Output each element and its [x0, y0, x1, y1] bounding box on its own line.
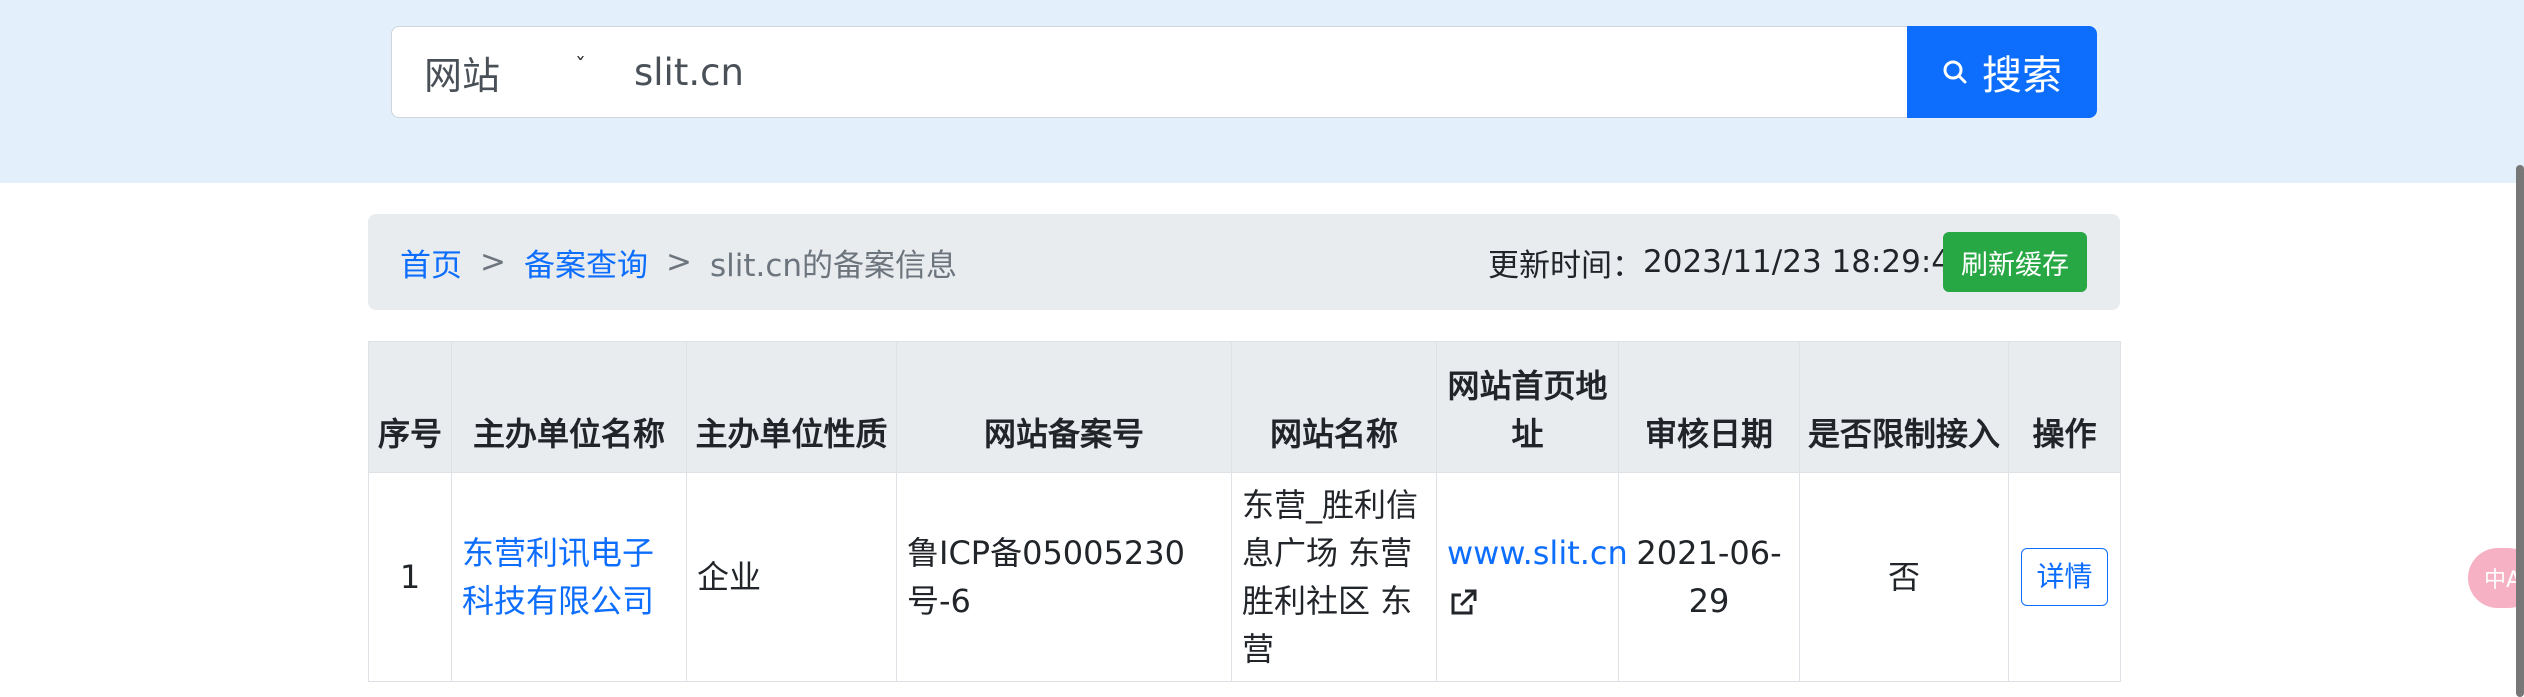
header-restricted: 是否限制接入 — [1799, 341, 2009, 473]
breadcrumb: 首页 > 备案查询 > slit.cn的备案信息 更新时间： 2023/11/2… — [368, 214, 2120, 310]
update-label: 更新时间： — [1488, 247, 1643, 284]
breadcrumb-separator: > — [665, 244, 692, 280]
header-homepage: 网站首页地址 — [1436, 341, 1619, 473]
org-name-link[interactable]: 东营利讯电子科技有限公司 — [462, 534, 654, 620]
cell-site-name: 东营_胜利信息广场 东营胜利社区 东营 — [1231, 472, 1437, 682]
header-org-name: 主办单位名称 — [451, 341, 687, 473]
search-icon — [1943, 60, 1967, 84]
cell-org-name: 东营利讯电子科技有限公司 — [451, 472, 687, 682]
update-time: 2023/11/23 18:29:47 — [1643, 244, 1971, 280]
header-action: 操作 — [2008, 341, 2121, 473]
breadcrumb-separator: > — [480, 244, 506, 280]
header-site-name: 网站名称 — [1231, 341, 1437, 473]
breadcrumb-current: slit.cn的备案信息 — [709, 247, 958, 284]
header-review-date: 审核日期 — [1618, 341, 1800, 473]
cell-restricted: 否 — [1799, 472, 2009, 682]
scrollbar[interactable] — [2516, 165, 2524, 697]
records-table: 序号 主办单位名称 主办单位性质 网站备案号 网站名称 网站首页地址 审核日期 … — [368, 341, 2121, 682]
search-type-select[interactable]: 网站 ˇ — [391, 26, 601, 118]
search-button[interactable]: 搜索 — [1907, 26, 2097, 118]
search-query-text: slit.cn — [634, 50, 744, 94]
cell-action: 详情 — [2008, 472, 2121, 682]
header-icp-number: 网站备案号 — [896, 341, 1232, 473]
cell-index: 1 — [368, 472, 452, 682]
cell-review-date: 2021-06-29 — [1618, 472, 1800, 682]
cell-org-type: 企业 — [686, 472, 897, 682]
detail-button[interactable]: 详情 — [2021, 548, 2108, 606]
search-input[interactable]: slit.cn — [600, 26, 1908, 118]
table-row: 1 东营利讯电子科技有限公司 企业 鲁ICP备05005230号-6 东营_胜利… — [368, 472, 2121, 682]
external-link-icon[interactable] — [1447, 587, 1479, 619]
refresh-cache-button[interactable]: 刷新缓存 — [1943, 232, 2087, 292]
breadcrumb-query-link[interactable]: 备案查询 — [524, 240, 648, 285]
breadcrumb-home-link[interactable]: 首页 — [400, 240, 462, 285]
cell-homepage: www.slit.cn — [1436, 472, 1628, 682]
chevron-down-icon: ˇ — [575, 55, 586, 80]
search-button-label: 搜索 — [1982, 53, 2062, 99]
cell-icp-number: 鲁ICP备05005230号-6 — [896, 472, 1232, 682]
search-type-value: 网站 — [424, 53, 501, 98]
header-org-type: 主办单位性质 — [686, 341, 897, 473]
header-index: 序号 — [368, 341, 452, 473]
homepage-link[interactable]: www.slit.cn — [1447, 534, 1628, 572]
update-info: 更新时间： 2023/11/23 18:29:47 — [1488, 214, 1971, 310]
table-header-row: 序号 主办单位名称 主办单位性质 网站备案号 网站名称 网站首页地址 审核日期 … — [368, 341, 2121, 473]
